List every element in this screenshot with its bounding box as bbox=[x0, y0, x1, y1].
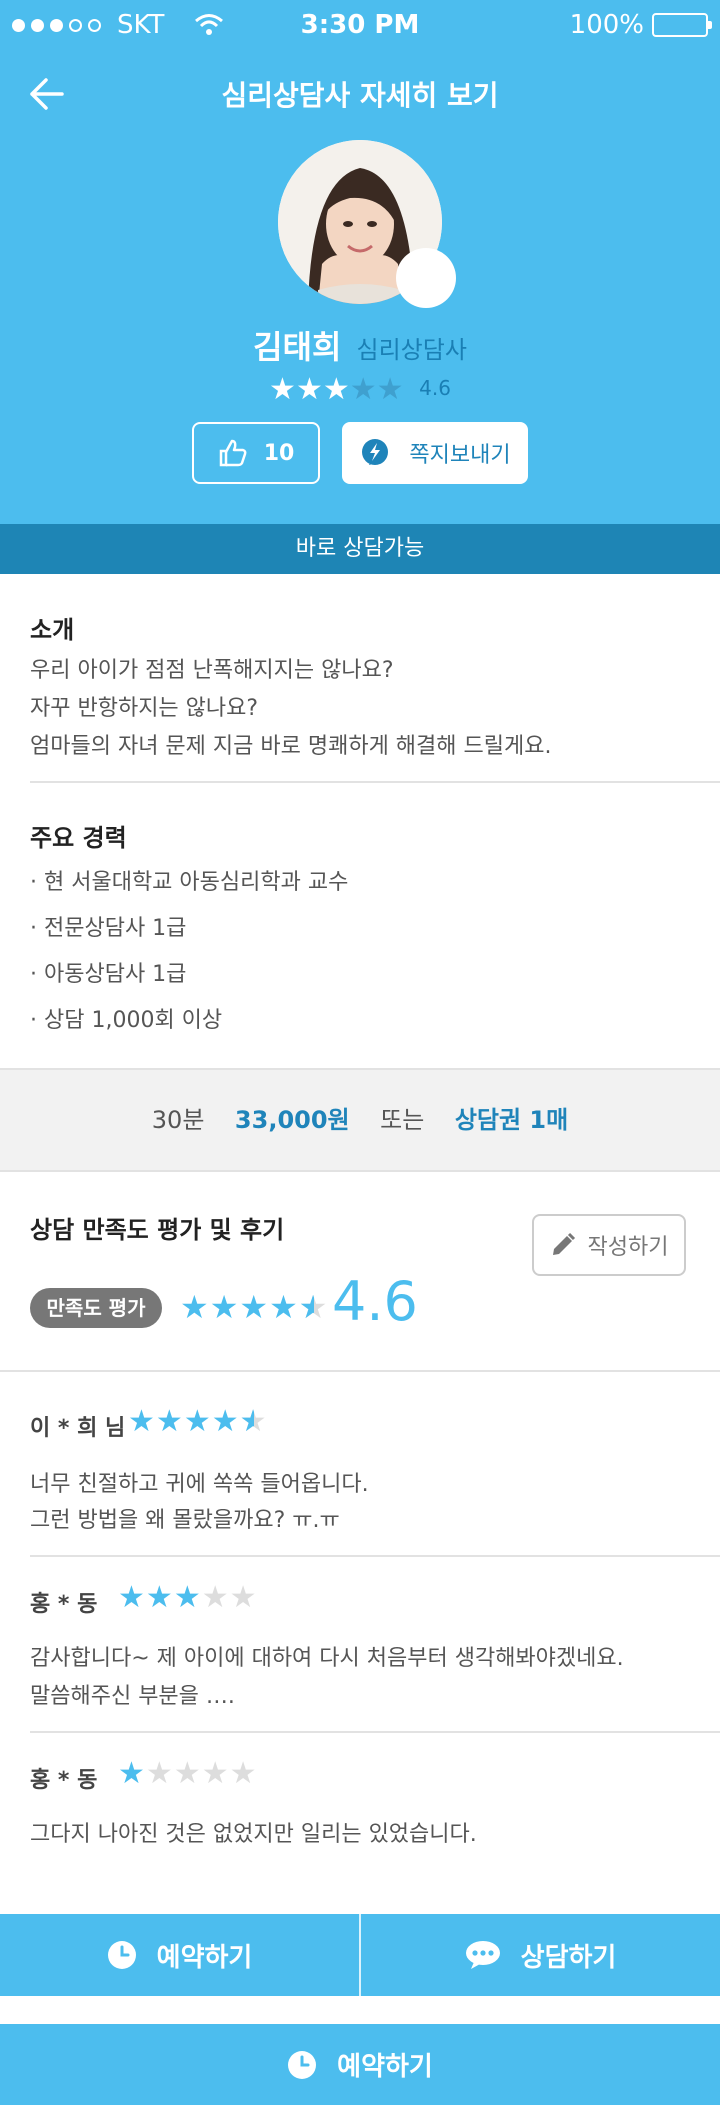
counselor-name: 김태희 bbox=[253, 328, 342, 366]
profile-header: SKT 3:30 PM 100% 심리상담사 자세히 보기 김태희 심리상담사 … bbox=[0, 0, 720, 524]
battery-percent: 100% bbox=[569, 10, 644, 40]
like-button[interactable]: 10 bbox=[192, 422, 320, 484]
divider bbox=[0, 1370, 720, 1372]
star-icon: ★ bbox=[269, 1288, 299, 1326]
like-count: 10 bbox=[263, 440, 295, 466]
star-icon: ★ bbox=[145, 1756, 174, 1791]
satisfaction-score: 4.6 bbox=[332, 1270, 418, 1333]
message-icon bbox=[362, 439, 389, 465]
star-icon: ★ bbox=[118, 1580, 146, 1615]
intro-line: 엄마들의 자녀 문제 지금 바로 명쾌하게 해결해 드릴게요. bbox=[30, 734, 552, 759]
career-item: · 현 서울대학교 아동심리학과 교수 bbox=[30, 870, 349, 895]
counselor-role: 심리상담사 bbox=[356, 336, 467, 364]
star-icon: ★ bbox=[118, 1756, 146, 1791]
review-text: 너무 친절하고 귀에 쏙쏙 들어옵니다. bbox=[30, 1472, 369, 1497]
price-amount: 33,000원 bbox=[234, 1106, 350, 1134]
star-icon: ★ bbox=[145, 1580, 174, 1615]
review-text: 감사합니다~ 제 아이에 대하여 다시 처음부터 생각해봐야겠네요. bbox=[30, 1646, 624, 1671]
chat-bubble-icon bbox=[465, 1941, 500, 1969]
write-review-button[interactable]: 작성하기 bbox=[532, 1214, 686, 1276]
price-or: 또는 bbox=[380, 1106, 425, 1134]
counselor-rating: ★★★★★ 4.6 bbox=[0, 372, 720, 407]
intro-line: 우리 아이가 점점 난폭해지지는 않나요? bbox=[30, 658, 394, 683]
divider bbox=[30, 781, 720, 783]
pencil-icon bbox=[552, 1232, 575, 1255]
half-star-icon: ★ bbox=[240, 1404, 268, 1439]
star-icon: ★ bbox=[269, 372, 296, 407]
review-stars: ★★★★★ bbox=[118, 1580, 258, 1615]
review-stars: ★★★★★ bbox=[118, 1756, 258, 1791]
intro-line: 자꾸 반항하지는 않나요? bbox=[30, 696, 259, 721]
star-icon: ★ bbox=[229, 1580, 258, 1615]
reviewer-name: 이 * 희 님 bbox=[30, 1416, 126, 1441]
star-icon: ★ bbox=[209, 1288, 240, 1326]
satisfaction-stars: ★★★★★ bbox=[180, 1288, 328, 1326]
star-icon: ★ bbox=[173, 1756, 202, 1791]
reviewer-name: 홍 * 동 bbox=[30, 1768, 98, 1793]
action-tab-bar: 예약하기 상담하기 bbox=[0, 1914, 720, 1996]
career-item: · 상담 1,000회 이상 bbox=[30, 1008, 223, 1033]
page-title: 심리상담사 자세히 보기 bbox=[221, 79, 499, 112]
rating-value: 4.6 bbox=[419, 376, 451, 400]
send-message-button[interactable]: 쪽지보내기 bbox=[342, 422, 528, 484]
reviewer-name: 홍 * 동 bbox=[30, 1592, 98, 1617]
thumbs-up-icon bbox=[219, 439, 247, 467]
status-indicator bbox=[396, 248, 456, 308]
consult-button[interactable]: 상담하기 bbox=[361, 1914, 720, 1996]
star-icon: ★ bbox=[128, 1404, 156, 1439]
status-bar: SKT 3:30 PM 100% bbox=[0, 0, 720, 52]
bottom-reserve-label: 예약하기 bbox=[337, 2052, 433, 2082]
star-icon: ★ bbox=[173, 1580, 202, 1615]
star-icon: ★ bbox=[155, 1404, 184, 1439]
intro-title: 소개 bbox=[30, 616, 75, 644]
price-info: 30분 33,000원 또는 상담권 1매 bbox=[0, 1068, 720, 1172]
consult-label: 상담하기 bbox=[520, 1942, 617, 1973]
career-item: · 아동상담사 1급 bbox=[30, 962, 187, 987]
send-message-label: 쪽지보내기 bbox=[409, 443, 511, 468]
review-text: 그런 방법을 왜 몰랐을까요? ㅠ.ㅠ bbox=[30, 1508, 340, 1533]
availability-banner: 바로 상담가능 bbox=[0, 524, 720, 574]
star-icon: ★ bbox=[229, 1756, 258, 1791]
clock-icon bbox=[288, 2050, 317, 2079]
star-icon: ★ bbox=[180, 1288, 210, 1326]
price-duration: 30분 bbox=[151, 1106, 205, 1134]
satisfaction-badge: 만족도 평가 bbox=[30, 1288, 162, 1328]
divider bbox=[30, 1731, 720, 1733]
price-voucher: 상담권 1매 bbox=[454, 1106, 569, 1134]
star-icon: ★ bbox=[295, 372, 323, 407]
star-icon: ★ bbox=[201, 1580, 230, 1615]
star-icon: ★ bbox=[201, 1756, 230, 1791]
battery-icon bbox=[652, 13, 712, 37]
write-review-label: 작성하기 bbox=[587, 1235, 669, 1260]
star-icon: ★ bbox=[349, 372, 377, 407]
star-icon: ★ bbox=[322, 372, 350, 407]
half-star-icon: ★ bbox=[299, 1288, 329, 1326]
clock-icon bbox=[107, 1941, 136, 1969]
review-text: 말씀해주신 부분을 …. bbox=[30, 1684, 235, 1709]
review-stars: ★★★★★ bbox=[128, 1404, 268, 1439]
star-icon: ★ bbox=[211, 1404, 240, 1439]
divider bbox=[30, 1555, 720, 1557]
career-title: 주요 경력 bbox=[30, 824, 127, 852]
star-icon: ★ bbox=[239, 1288, 270, 1326]
bottom-reserve-button[interactable]: 예약하기 bbox=[0, 2024, 720, 2105]
star-icon: ★ bbox=[376, 372, 404, 407]
review-text: 그다지 나아진 것은 없었지만 일리는 있었습니다. bbox=[30, 1822, 477, 1847]
reserve-label: 예약하기 bbox=[156, 1942, 253, 1973]
reviews-title: 상담 만족도 평가 및 후기 bbox=[30, 1216, 285, 1244]
star-icon: ★ bbox=[183, 1404, 212, 1439]
reserve-button[interactable]: 예약하기 bbox=[0, 1914, 359, 1996]
career-item: · 전문상담사 1급 bbox=[30, 916, 187, 941]
